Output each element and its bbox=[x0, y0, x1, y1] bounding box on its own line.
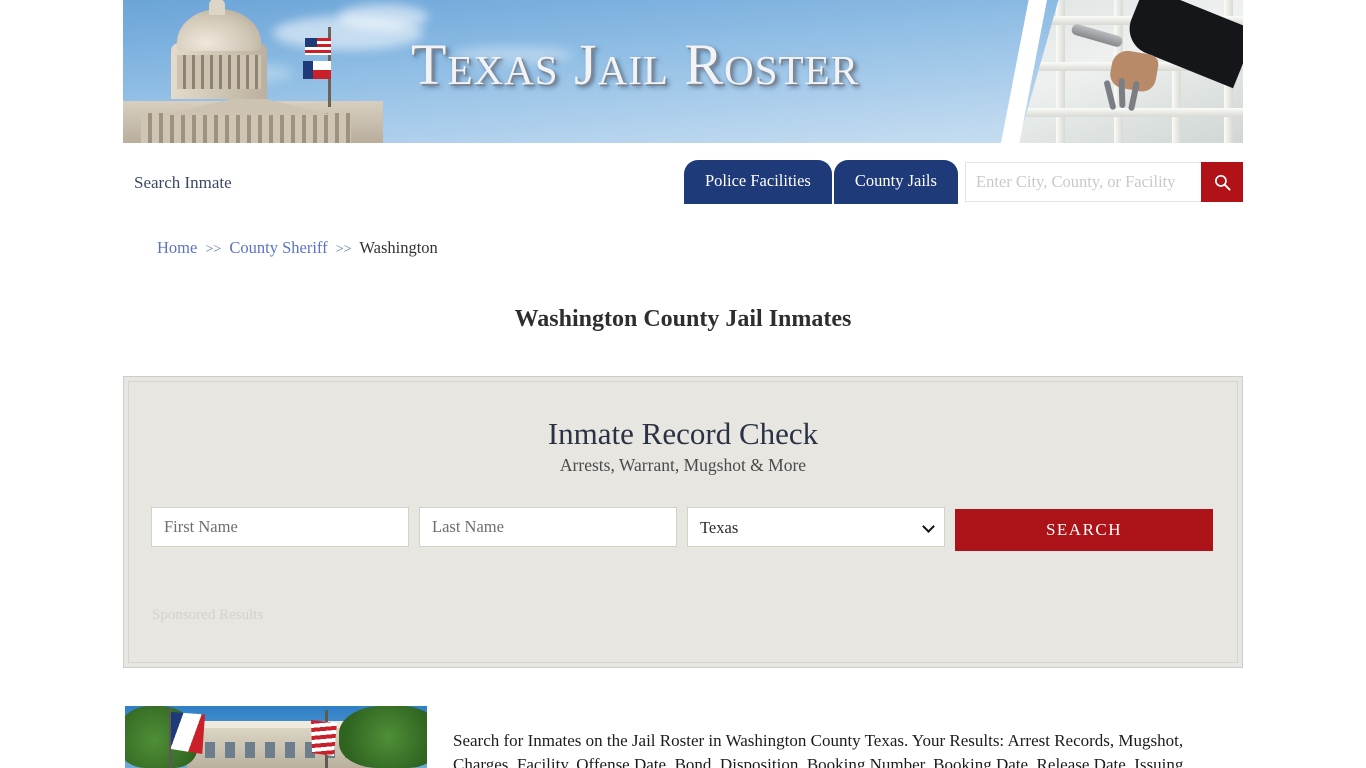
capitol-lantern bbox=[209, 0, 225, 15]
page-root: Texas Jail Roster Search Inmate Police F… bbox=[0, 0, 1366, 768]
courthouse-thumbnail[interactable] bbox=[125, 706, 427, 768]
inmate-record-check-panel: Inmate Record Check Arrests, Warrant, Mu… bbox=[123, 376, 1243, 668]
panel-heading: Inmate Record Check bbox=[547, 416, 819, 451]
tab-county-jails[interactable]: County Jails bbox=[833, 160, 958, 204]
tab-police-facilities[interactable]: Police Facilities bbox=[684, 160, 832, 204]
state-select-wrapper: TexasAlabamaAlaskaArizonaArkansasCalifor… bbox=[687, 507, 945, 547]
banner-title: Texas Jail Roster bbox=[411, 32, 859, 97]
page-description: Search for Inmates on the Jail Roster in… bbox=[453, 731, 1184, 768]
breadcrumb: Home >> County Sheriff >> Washington bbox=[157, 238, 438, 258]
header-tabs: Police Facilities County Jails bbox=[684, 160, 958, 204]
state-select[interactable]: TexasAlabamaAlaskaArizonaArkansasCalifor… bbox=[687, 507, 945, 547]
capitol-colonnade bbox=[141, 113, 351, 143]
last-name-input[interactable] bbox=[419, 507, 677, 547]
sponsored-results-label: Sponsored Results bbox=[152, 607, 264, 623]
search-icon bbox=[1214, 174, 1231, 191]
breadcrumb-county-sheriff[interactable]: County Sheriff bbox=[229, 238, 327, 257]
header-nav-row: Search Inmate Police Facilities County J… bbox=[123, 143, 1243, 221]
breadcrumb-home[interactable]: Home bbox=[157, 238, 197, 257]
us-flag-icon bbox=[311, 720, 337, 756]
inmate-search-form: TexasAlabamaAlaskaArizonaArkansasCalifor… bbox=[151, 507, 1215, 551]
page-title: Washington County Jail Inmates bbox=[514, 306, 852, 333]
breadcrumb-current: Washington bbox=[359, 238, 438, 257]
breadcrumb-separator: >> bbox=[205, 242, 222, 257]
first-name-input[interactable] bbox=[151, 507, 409, 547]
search-button[interactable]: SEARCH bbox=[955, 509, 1213, 551]
search-inmate-label: Search Inmate bbox=[134, 173, 232, 192]
header-search-group bbox=[965, 162, 1243, 202]
site-banner: Texas Jail Roster bbox=[123, 0, 1243, 143]
panel-inner: Inmate Record Check Arrests, Warrant, Mu… bbox=[128, 381, 1238, 663]
facility-search-input[interactable] bbox=[965, 162, 1201, 202]
thumbnail-tree bbox=[339, 706, 427, 768]
texas-flag-icon bbox=[171, 712, 205, 754]
facility-search-button[interactable] bbox=[1201, 162, 1243, 202]
breadcrumb-separator: >> bbox=[335, 242, 352, 257]
panel-subheading: Arrests, Warrant, Mugshot & More bbox=[559, 455, 807, 475]
